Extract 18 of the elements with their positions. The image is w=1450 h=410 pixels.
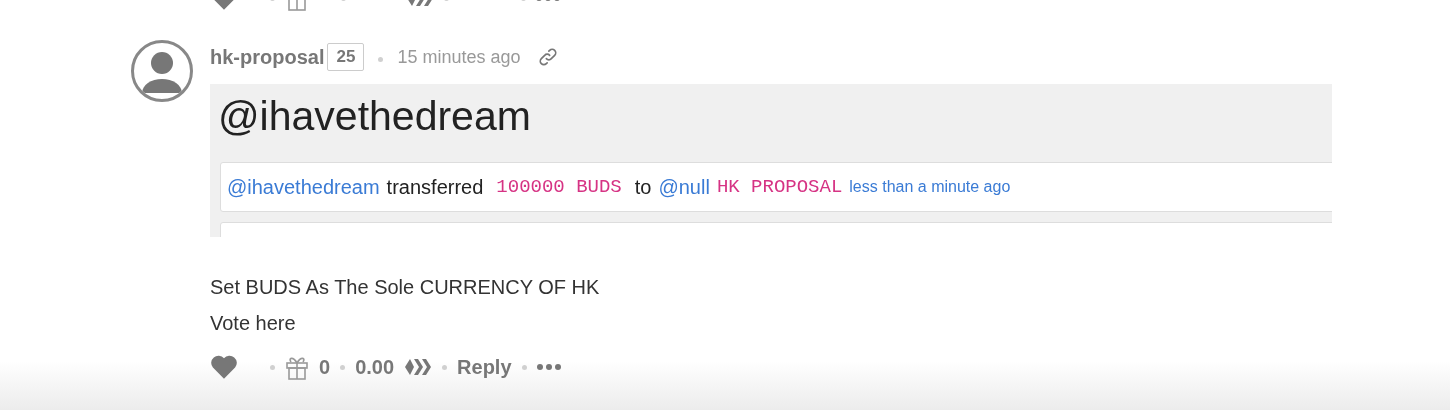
link-icon[interactable] <box>538 47 559 67</box>
timestamp[interactable]: 15 minutes ago <box>397 43 521 71</box>
payout-amount[interactable]: 0.00 <box>355 352 395 382</box>
reputation-score: 25 <box>327 43 365 71</box>
comment-text: Vote here <box>210 311 297 336</box>
comment-text: Set BUDS As The Sole CURRENCY OF HK <box>210 275 601 300</box>
more-icon[interactable] <box>536 364 561 370</box>
transfer-memo: HK PROPOSAL <box>716 174 843 200</box>
reply-link[interactable]: Reply <box>457 352 512 382</box>
author-name[interactable]: hk-proposal <box>210 42 325 72</box>
transfer-amount: 100000 BUDS <box>496 174 622 200</box>
sender-link[interactable]: @ihavethedream <box>227 172 380 202</box>
preposition: to <box>634 175 652 200</box>
transfer-time: less than a minute ago <box>849 177 1011 197</box>
recipient-link[interactable]: @null <box>658 172 710 202</box>
gift-count: 0 <box>319 355 331 380</box>
transfer-verb: transferred <box>386 175 484 200</box>
screenshot-heading: @ihavethedream <box>218 92 532 140</box>
